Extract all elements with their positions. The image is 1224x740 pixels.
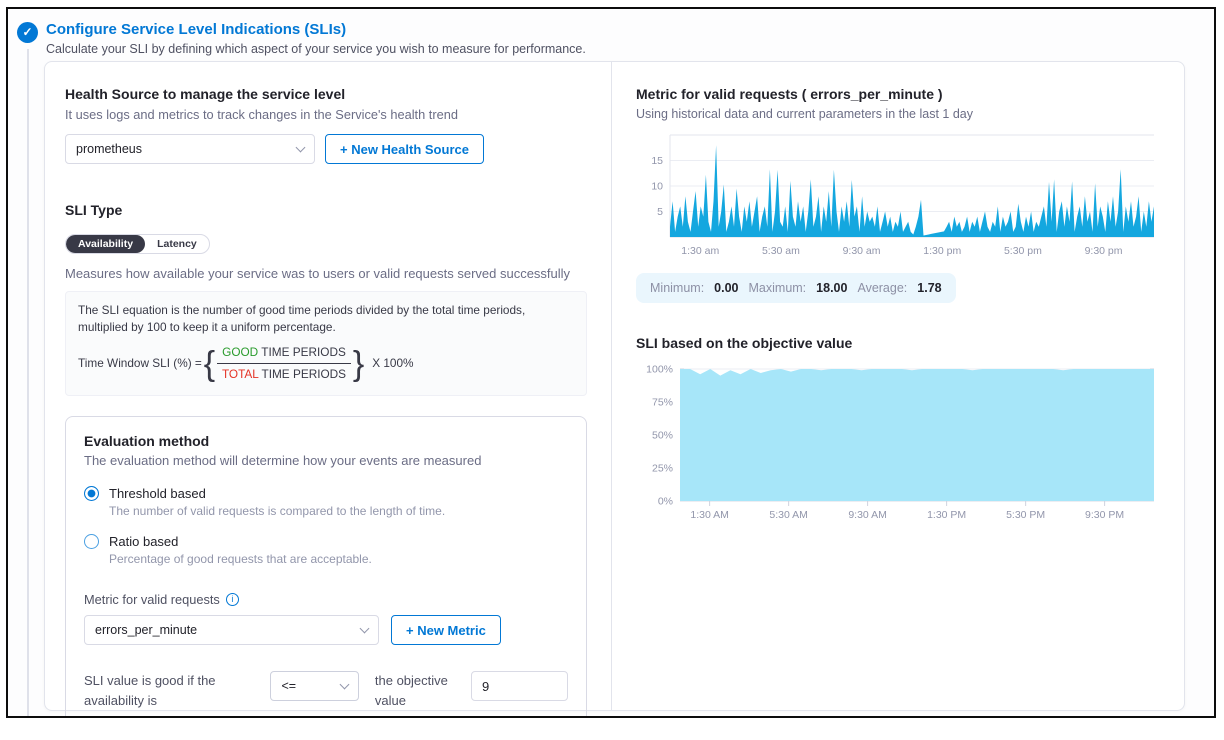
svg-text:5:30 pm: 5:30 pm xyxy=(1004,245,1042,257)
new-health-source-button[interactable]: + New Health Source xyxy=(325,134,484,164)
sli-equation-formula: Time Window SLI (%) = { GOOD TIME PERIOD… xyxy=(78,344,574,383)
svg-text:5:30 am: 5:30 am xyxy=(762,245,800,257)
valid-requests-metric-select[interactable]: errors_per_minute xyxy=(84,615,379,645)
metric-timeseries-chart: 5 10 15 1:30 am 5:30 am 9:30 am 1:30 pm 5:30 pm… xyxy=(636,129,1162,259)
svg-text:9:30 AM: 9:30 AM xyxy=(848,509,887,521)
page-subtitle: Calculate your SLI by defining which asp… xyxy=(46,42,586,56)
good-periods-word: GOOD xyxy=(222,345,258,359)
svg-text:0%: 0% xyxy=(658,496,673,508)
svg-text:5:30 AM: 5:30 AM xyxy=(769,509,808,521)
health-source-description: It uses logs and metrics to track change… xyxy=(65,107,587,122)
ratio-based-radio[interactable] xyxy=(84,534,99,549)
ratio-based-description: Percentage of good requests that are acc… xyxy=(109,552,568,566)
health-source-heading: Health Source to manage the service leve… xyxy=(65,86,587,102)
page-title: Configure Service Level Indications (SLI… xyxy=(46,21,346,38)
sli-condition-text: SLI value is good if the availability is xyxy=(84,671,262,710)
svg-text:1:30 pm: 1:30 pm xyxy=(923,245,961,257)
step-complete-check-icon xyxy=(17,22,38,43)
sli-type-toggle: Availability Latency xyxy=(65,234,210,254)
equation-suffix: X 100% xyxy=(372,355,413,372)
sli-objective-chart: 0% 25% 50% 75% 100% 1:30 AM 5:30 AM 9:30 AM 1:30… xyxy=(636,363,1162,523)
objective-value-text: the objective value xyxy=(375,671,455,710)
minimum-label: Minimum: xyxy=(650,281,704,295)
health-source-selected-value: prometheus xyxy=(76,142,142,156)
app-window: Configure Service Level Indications (SLI… xyxy=(6,7,1216,718)
sli-type-description: Measures how available your service was … xyxy=(65,266,587,281)
chevron-down-icon xyxy=(296,142,306,152)
maximum-label: Maximum: xyxy=(749,281,807,295)
svg-text:1:30 AM: 1:30 AM xyxy=(690,509,729,521)
svg-text:50%: 50% xyxy=(652,430,673,442)
average-value: 1.78 xyxy=(917,281,941,295)
evaluation-method-description: The evaluation method will determine how… xyxy=(84,453,568,468)
sli-config-card: Health Source to manage the service leve… xyxy=(44,61,1185,711)
svg-text:15: 15 xyxy=(651,155,663,167)
metric-for-valid-requests-label: Metric for valid requests xyxy=(84,592,568,607)
metric-chart-subtitle: Using historical data and current parame… xyxy=(636,107,1162,121)
svg-text:5:30 PM: 5:30 PM xyxy=(1006,509,1045,521)
objective-value-input[interactable] xyxy=(471,671,568,701)
evaluation-method-heading: Evaluation method xyxy=(84,433,568,449)
open-brace: { xyxy=(202,347,217,381)
average-label: Average: xyxy=(857,281,907,295)
ratio-based-option[interactable]: Ratio based xyxy=(84,534,568,549)
svg-text:5: 5 xyxy=(657,206,663,218)
metric-stats-badge: Minimum: 0.00 Maximum: 18.00 Average: 1.… xyxy=(636,273,956,303)
evaluation-method-box: Evaluation method The evaluation method … xyxy=(65,416,587,718)
metric-chart-heading: Metric for valid requests ( errors_per_m… xyxy=(636,86,1162,102)
threshold-based-radio[interactable] xyxy=(84,486,99,501)
svg-text:9:30 pm: 9:30 pm xyxy=(1085,245,1123,257)
info-icon[interactable] xyxy=(226,593,239,606)
svg-text:25%: 25% xyxy=(652,463,673,475)
chevron-down-icon xyxy=(360,623,370,633)
stepper-rail xyxy=(27,49,29,716)
new-metric-button[interactable]: + New Metric xyxy=(391,615,501,645)
config-column: Health Source to manage the service leve… xyxy=(45,62,611,710)
sli-type-option-latency[interactable]: Latency xyxy=(145,235,209,253)
sli-type-option-availability[interactable]: Availability xyxy=(66,235,145,253)
total-periods-word: TOTAL xyxy=(222,367,259,381)
operator-select[interactable]: <= xyxy=(270,671,358,701)
sli-equation-text: The SLI equation is the number of good t… xyxy=(78,302,574,336)
svg-text:1:30 PM: 1:30 PM xyxy=(927,509,966,521)
sli-type-heading: SLI Type xyxy=(65,202,587,218)
svg-text:1:30 am: 1:30 am xyxy=(681,245,719,257)
svg-text:10: 10 xyxy=(651,181,663,193)
threshold-based-description: The number of valid requests is compared… xyxy=(109,504,568,518)
svg-text:9:30 PM: 9:30 PM xyxy=(1085,509,1124,521)
chevron-down-icon xyxy=(339,679,349,689)
close-brace: } xyxy=(351,347,366,381)
health-source-select[interactable]: prometheus xyxy=(65,134,315,164)
sli-chart-heading: SLI based on the objective value xyxy=(636,335,1162,351)
metric-selected-value: errors_per_minute xyxy=(95,623,197,637)
equation-fraction: GOOD TIME PERIODS TOTAL TIME PERIODS xyxy=(217,344,351,383)
minimum-value: 0.00 xyxy=(714,281,738,295)
threshold-based-option[interactable]: Threshold based xyxy=(84,486,568,501)
svg-text:9:30 am: 9:30 am xyxy=(843,245,881,257)
maximum-value: 18.00 xyxy=(816,281,847,295)
operator-value: <= xyxy=(281,679,296,693)
svg-text:75%: 75% xyxy=(652,397,673,409)
sli-equation-box: The SLI equation is the number of good t… xyxy=(65,291,587,396)
svg-text:100%: 100% xyxy=(646,364,673,376)
equation-prefix: Time Window SLI (%) = xyxy=(78,355,202,372)
preview-column: Metric for valid requests ( errors_per_m… xyxy=(611,62,1186,710)
